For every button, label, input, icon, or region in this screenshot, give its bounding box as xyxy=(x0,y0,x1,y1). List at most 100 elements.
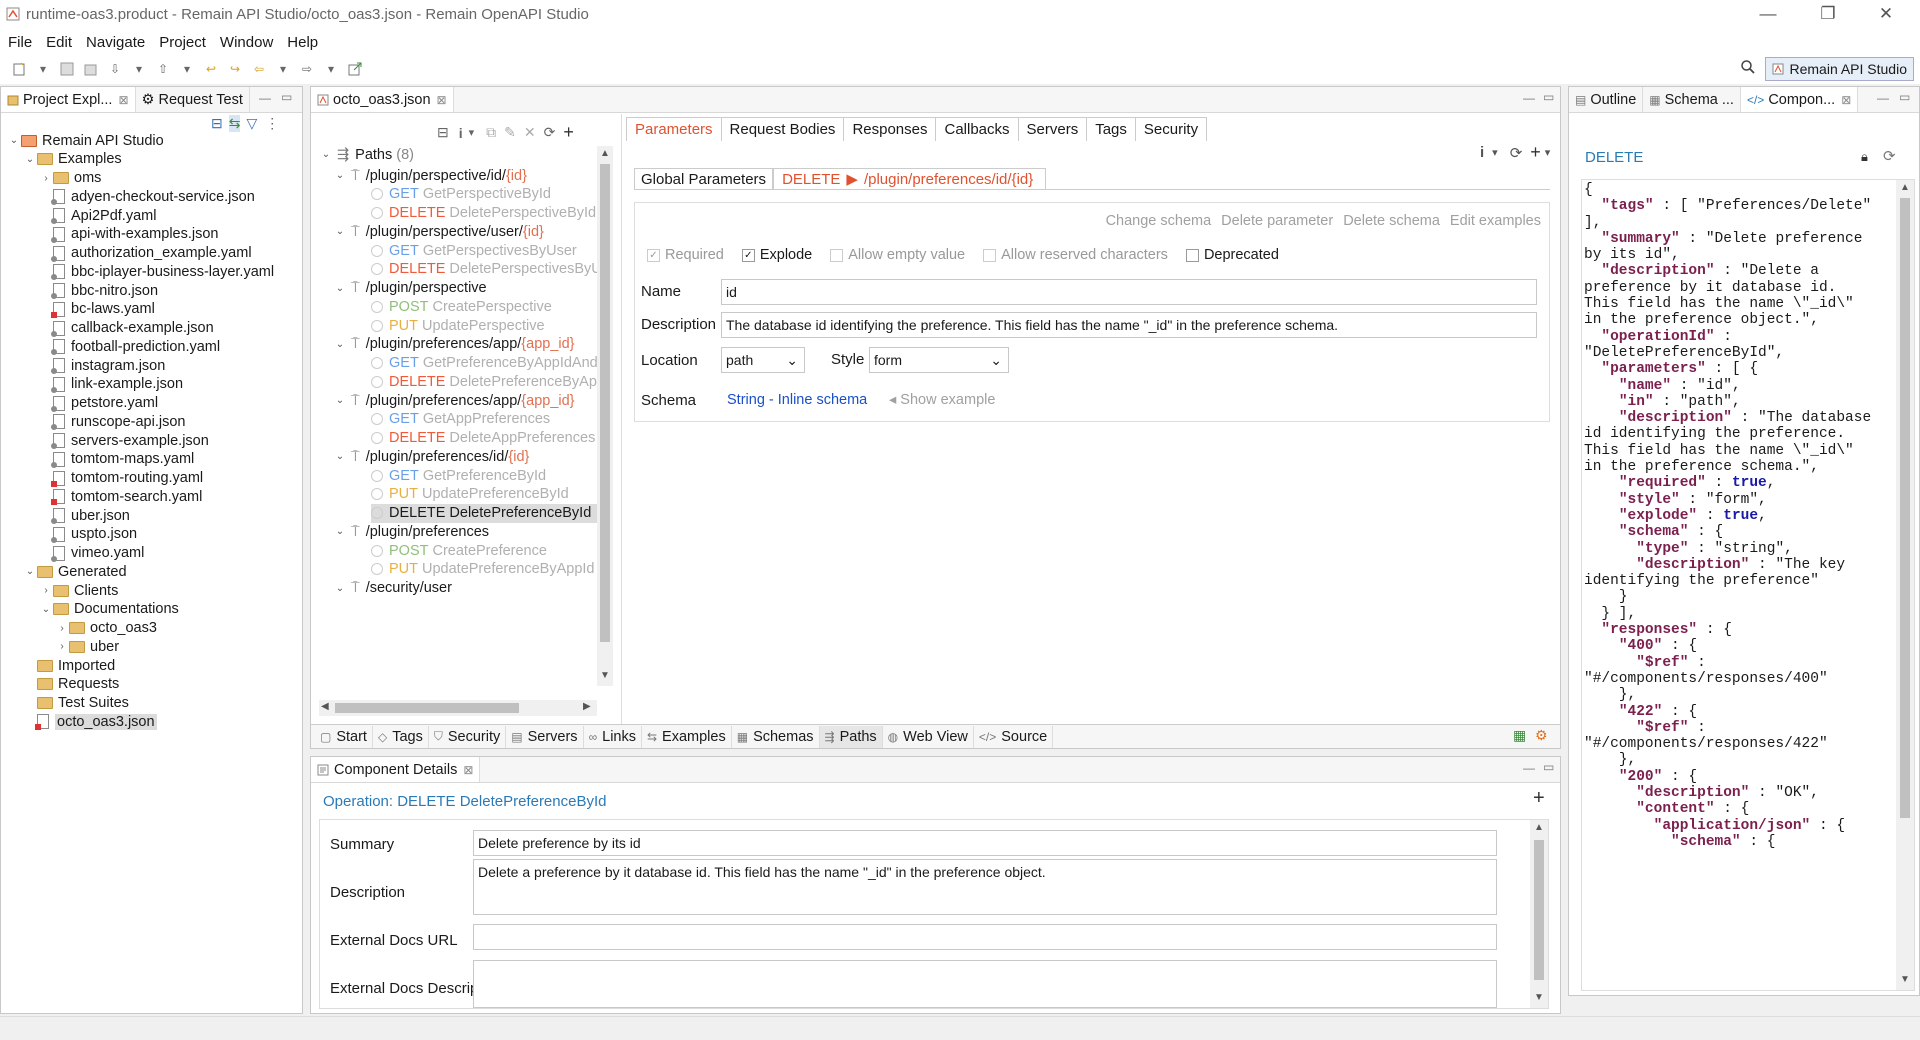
page-tab-start[interactable]: ▢ Start xyxy=(315,725,373,748)
scroll-up-icon[interactable]: ▲ xyxy=(1534,822,1544,833)
tree-item-api-with-examples-json[interactable]: api-with-examples.json xyxy=(39,225,218,244)
save-icon[interactable] xyxy=(56,58,78,80)
path-item[interactable]: ⌄ ⍑ /plugin/perspective xyxy=(333,279,487,298)
operation-item[interactable]: DELETE DeletePerspectiveById xyxy=(371,204,596,223)
scroll-down-icon[interactable]: ▼ xyxy=(600,670,610,681)
dropdown-icon[interactable]: ▾ xyxy=(320,58,342,80)
change-schema-link[interactable]: Change schema xyxy=(1106,213,1212,229)
operation-item[interactable]: PUT UpdatePreferenceByAppId xyxy=(371,560,595,579)
path-item[interactable]: ⌄ ⍑ /plugin/preferences xyxy=(333,522,489,541)
page-tab-web-view[interactable]: ◍ Web View xyxy=(883,725,974,748)
scroll-up-icon[interactable]: ▲ xyxy=(1900,182,1910,193)
operation-item[interactable]: GET GetPerspectiveById xyxy=(371,185,551,204)
tree-item-test-suites[interactable]: Test Suites xyxy=(23,694,129,713)
checkbox-allow-empty-value[interactable]: Allow empty value xyxy=(830,247,965,263)
crumb-global-parameters[interactable]: Global Parameters xyxy=(634,167,774,190)
tree-item-instagram-json[interactable]: instagram.json xyxy=(39,356,165,375)
operation-item[interactable]: GET GetPerspectivesByUser xyxy=(371,241,577,260)
dropdown-icon[interactable]: ▾ xyxy=(1492,146,1498,159)
scroll-right-icon[interactable]: ▶ xyxy=(583,701,591,712)
maximize-panel-icon[interactable]: ▭ xyxy=(1899,90,1910,104)
scroll-thumb[interactable] xyxy=(335,703,519,713)
tab-parameters[interactable]: Parameters xyxy=(626,117,722,141)
schema-link[interactable]: String - Inline schema xyxy=(727,392,867,408)
save-all-icon[interactable] xyxy=(80,58,102,80)
info-icon[interactable]: i xyxy=(1480,144,1484,161)
tab-tags[interactable]: Tags xyxy=(1086,117,1136,141)
tree-item-oms[interactable]: › oms xyxy=(39,169,101,188)
operation-item[interactable]: DELETEDeletePreferenceByAppId xyxy=(371,372,597,391)
chevron-down-icon[interactable]: ⌄ xyxy=(333,395,347,406)
page-tab-links[interactable]: ∞ Links xyxy=(584,725,642,748)
page-tab-paths[interactable]: ⇶ Paths xyxy=(819,725,883,748)
page-tab-tags[interactable]: ◇ Tags xyxy=(373,725,429,748)
tab-request-bodies[interactable]: Request Bodies xyxy=(720,117,845,141)
tab-responses[interactable]: Responses xyxy=(843,117,937,141)
operation-item[interactable]: PUT UpdatePerspective xyxy=(371,316,545,335)
tree-item-tomtom-search-yaml[interactable]: tomtom-search.yaml xyxy=(39,487,202,506)
chevron-right-icon[interactable]: › xyxy=(39,585,53,596)
tree-item-uber[interactable]: › uber xyxy=(55,637,119,656)
operation-item[interactable]: GET GetAppPreferences xyxy=(371,410,550,429)
chevron-right-icon[interactable]: › xyxy=(55,641,69,652)
page-tab-examples[interactable]: ⇆ Examples xyxy=(642,725,732,748)
chevron-right-icon[interactable]: › xyxy=(39,173,53,184)
forward-icon[interactable]: ⇨ xyxy=(296,58,318,80)
scroll-left-icon[interactable]: ◀ xyxy=(321,701,329,712)
dropdown-icon[interactable]: ▾ xyxy=(32,58,54,80)
dropdown-icon[interactable]: ▾ xyxy=(176,58,198,80)
tree-item-documentations[interactable]: ⌄ Documentations xyxy=(39,600,179,619)
operation-item[interactable]: DELETEDeletePerspectivesByUser xyxy=(371,260,597,279)
close-tab-icon[interactable]: ⊠ xyxy=(118,93,128,107)
paths-hscrollbar[interactable]: ◀ ▶ xyxy=(319,700,597,716)
checkbox-explode[interactable]: ✓ Explode xyxy=(741,247,812,263)
collapse-all-icon[interactable]: ⊟ xyxy=(211,115,223,132)
back-icon[interactable]: ⇦ xyxy=(248,58,270,80)
minimize-button[interactable]: — xyxy=(1740,0,1796,30)
path-item[interactable]: ⌄ ⍑ /plugin/perspective/user/{id} xyxy=(333,222,544,241)
path-item[interactable]: ⌄ ⍑ /security/user xyxy=(333,579,452,598)
tree-item-uber-json[interactable]: uber.json xyxy=(39,506,130,525)
filter-icon[interactable]: ▽ xyxy=(246,115,257,132)
scroll-thumb[interactable] xyxy=(600,164,610,642)
tree-item-petstore-yaml[interactable]: petstore.yaml xyxy=(39,394,158,413)
settings-icon[interactable]: ⚙ xyxy=(1535,727,1548,744)
chevron-down-icon[interactable]: ⌄ xyxy=(333,451,347,462)
tree-item-servers-example-json[interactable]: servers-example.json xyxy=(39,431,209,450)
external-docs-description-field[interactable] xyxy=(473,960,1497,1008)
operation-item[interactable]: DELETE DeletePreferenceById xyxy=(371,503,597,523)
tree-item-runscope-api-json[interactable]: runscope-api.json xyxy=(39,412,185,431)
description-textarea[interactable]: Delete a preference by it database id. T… xyxy=(473,859,1497,915)
operation-item[interactable]: GET GetPreferenceById xyxy=(371,466,546,485)
tree-item-link-example-json[interactable]: link-example.json xyxy=(39,375,183,394)
minimize-panel-icon[interactable]: — xyxy=(259,91,271,105)
minimize-panel-icon[interactable]: — xyxy=(1877,91,1889,105)
tree-item-vimeo-yaml[interactable]: vimeo.yaml xyxy=(39,544,144,563)
description-field[interactable]: The database id identifying the preferen… xyxy=(721,312,1537,338)
tree-item-examples[interactable]: ⌄ Examples xyxy=(23,150,122,169)
tree-item-bbc-nitro-json[interactable]: bbc-nitro.json xyxy=(39,281,158,300)
tree-item-tomtom-maps-yaml[interactable]: tomtom-maps.yaml xyxy=(39,450,194,469)
tab-security[interactable]: Security xyxy=(1134,117,1208,141)
prev-edit-icon[interactable]: ↩ xyxy=(200,58,222,80)
page-tab-schemas[interactable]: ▦ Schemas xyxy=(732,725,820,748)
tab-schema[interactable]: ▦ Schema ... xyxy=(1643,87,1741,112)
edit-examples-link[interactable]: Edit examples xyxy=(1450,213,1541,229)
scroll-up-icon[interactable]: ▲ xyxy=(600,148,610,159)
page-tab-servers[interactable]: ▤ Servers xyxy=(506,725,584,748)
chevron-down-icon[interactable]: ⌄ xyxy=(23,566,37,577)
minimize-editor-icon[interactable]: — xyxy=(1523,91,1535,105)
close-tab-icon[interactable]: ⊠ xyxy=(463,763,473,777)
chevron-down-icon[interactable]: ⌄ xyxy=(7,135,21,146)
menu-file[interactable]: File xyxy=(8,34,32,51)
tree-item-tomtom-routing-yaml[interactable]: tomtom-routing.yaml xyxy=(39,469,203,488)
grid-icon[interactable]: ▦ xyxy=(1513,727,1526,744)
location-select[interactable]: path ⌄ xyxy=(721,347,805,373)
checkbox-deprecated[interactable]: Deprecated xyxy=(1185,247,1279,263)
external-docs-url-field[interactable] xyxy=(473,924,1497,950)
tree-item-generated[interactable]: ⌄ Generated xyxy=(23,562,127,581)
chevron-down-icon[interactable]: ⌄ xyxy=(39,604,53,615)
dropdown-icon[interactable]: ▾ xyxy=(128,58,150,80)
name-field[interactable]: id xyxy=(721,279,1537,305)
next-edit-icon[interactable]: ↪ xyxy=(224,58,246,80)
